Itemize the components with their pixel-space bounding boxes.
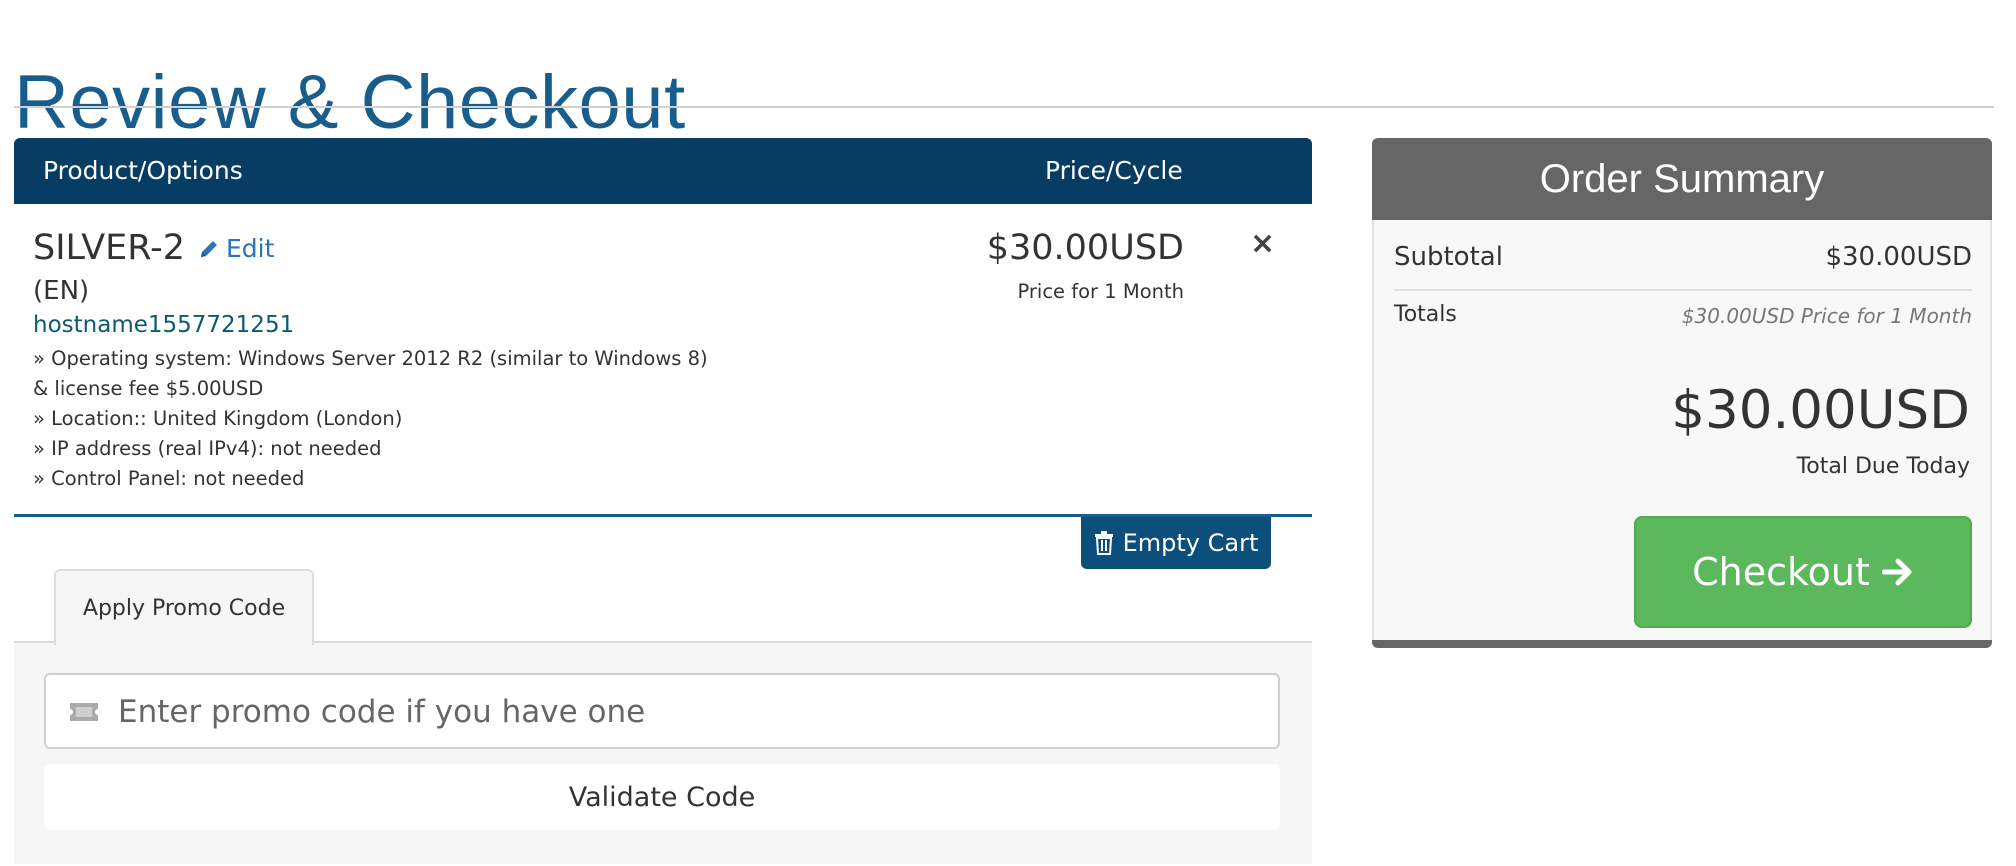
totals-line: Totals $30.00USD Price for 1 Month bbox=[1394, 302, 1972, 328]
cart-table-header: Product/Options Price/Cycle bbox=[14, 138, 1312, 204]
total-due-label: Total Due Today bbox=[1796, 454, 1970, 479]
checkout-label: Checkout bbox=[1692, 550, 1870, 594]
order-summary-footer bbox=[1372, 640, 1992, 648]
close-icon: × bbox=[1250, 226, 1276, 261]
subtotal-line: Subtotal $30.00USD bbox=[1394, 242, 1972, 272]
trash-icon bbox=[1094, 531, 1113, 555]
promo-code-input[interactable] bbox=[116, 685, 1260, 739]
totals-value: $30.00USD Price for 1 Month bbox=[1681, 304, 1972, 328]
empty-cart-button[interactable]: Empty Cart bbox=[1081, 517, 1271, 569]
product-name: SILVER-2 bbox=[33, 228, 186, 268]
promo-tab-label: Apply Promo Code bbox=[82, 595, 286, 621]
column-header-product: Product/Options bbox=[43, 156, 243, 185]
validate-code-label: Validate Code bbox=[568, 781, 756, 813]
pencil-icon bbox=[201, 241, 217, 257]
validate-code-button[interactable]: Validate Code bbox=[44, 764, 1280, 830]
product-options: » Operating system: Windows Server 2012 … bbox=[33, 344, 713, 494]
cart-table: Product/Options Price/Cycle SILVER-2 Edi… bbox=[14, 138, 1312, 517]
tab-apply-promo-code[interactable]: Apply Promo Code bbox=[54, 569, 314, 645]
cart-item-row: SILVER-2 Edit (EN) hostname1557721251 » … bbox=[14, 204, 1312, 517]
order-summary-title: Order Summary bbox=[1539, 156, 1825, 201]
item-price: $30.00USD bbox=[986, 228, 1184, 268]
option-item: » Location:: United Kingdom (London) bbox=[33, 407, 403, 430]
promo-code-field[interactable] bbox=[44, 673, 1280, 749]
checkout-button[interactable]: Checkout bbox=[1634, 516, 1972, 628]
title-divider bbox=[14, 106, 1994, 108]
remove-item-button[interactable]: × bbox=[1250, 226, 1275, 261]
option-item: » Control Panel: not needed bbox=[33, 467, 305, 490]
order-summary: Order Summary Subtotal $30.00USD Totals … bbox=[1372, 138, 1992, 650]
edit-label: Edit bbox=[226, 234, 275, 263]
subtotal-label: Subtotal bbox=[1394, 242, 1503, 272]
total-due-amount: $30.00USD bbox=[1671, 380, 1970, 441]
empty-cart-label: Empty Cart bbox=[1122, 529, 1259, 557]
totals-label: Totals bbox=[1394, 302, 1457, 327]
column-header-price: Price/Cycle bbox=[1045, 156, 1183, 185]
option-item: » Operating system: Windows Server 2012 … bbox=[33, 347, 708, 400]
ticket-icon bbox=[70, 703, 98, 721]
page-title: Review & Checkout bbox=[14, 59, 686, 145]
order-summary-body: Subtotal $30.00USD Totals $30.00USD Pric… bbox=[1372, 220, 1992, 640]
arrow-right-icon bbox=[1881, 558, 1912, 586]
item-billing-cycle: Price for 1 Month bbox=[1017, 280, 1184, 303]
order-summary-header: Order Summary bbox=[1372, 138, 1992, 220]
subtotal-value: $30.00USD bbox=[1825, 242, 1972, 272]
product-hostname: hostname1557721251 bbox=[33, 312, 295, 338]
edit-link[interactable]: Edit bbox=[198, 234, 274, 263]
summary-divider bbox=[1394, 289, 1972, 291]
product-language: (EN) bbox=[33, 276, 90, 306]
option-item: » IP address (real IPv4): not needed bbox=[33, 437, 382, 460]
